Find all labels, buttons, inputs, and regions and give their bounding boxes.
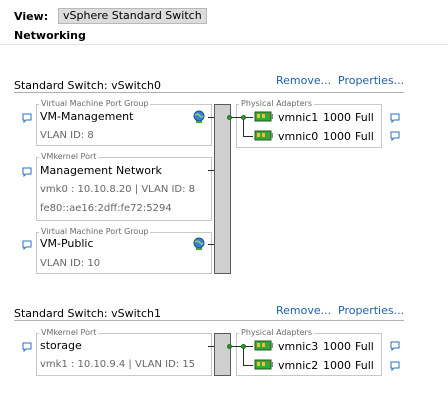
adapter-speed: 1000 xyxy=(323,130,351,143)
switch-divider xyxy=(14,92,404,93)
adapter-name: vmnic3 xyxy=(278,340,319,353)
port-group-name: VM-Management xyxy=(40,110,134,123)
link-dot xyxy=(241,344,246,349)
globe-icon xyxy=(193,237,205,250)
port-group-detail: VLAN ID: 10 xyxy=(40,258,101,269)
speech-bubble-icon[interactable] xyxy=(390,113,400,123)
speech-bubble-icon[interactable] xyxy=(22,240,32,250)
port-group-detail: vmk0 : 10.10.8.20 | VLAN ID: 8 xyxy=(40,184,196,195)
port-group-kind: VMkernel Port xyxy=(39,328,99,338)
port-group-detail: vmk1 : 10.10.9.4 | VLAN ID: 15 xyxy=(40,359,196,370)
adapter-name: vmnic1 xyxy=(278,111,319,124)
port-group-detail: VLAN ID: 8 xyxy=(40,130,94,141)
physical-adapters-label: Physical Adapters xyxy=(239,99,314,109)
switch-title: Standard Switch: vSwitch0 xyxy=(14,79,161,92)
remove-link[interactable]: Remove... xyxy=(276,304,331,317)
connector xyxy=(208,170,214,171)
link-dot xyxy=(227,115,232,120)
adapter-speed: 1000 xyxy=(323,111,351,124)
network-adapter-icon xyxy=(254,111,273,122)
port-group-kind: Virtual Machine Port Group xyxy=(39,227,151,237)
connector xyxy=(208,346,214,347)
speech-bubble-icon[interactable] xyxy=(22,113,32,123)
adapter-duplex: Full xyxy=(355,111,374,124)
adapter-speed: 1000 xyxy=(323,359,351,372)
speech-bubble-icon[interactable] xyxy=(390,341,400,351)
section-title: Networking xyxy=(14,29,86,42)
switch-title: Standard Switch: vSwitch1 xyxy=(14,307,161,320)
speech-bubble-icon[interactable] xyxy=(22,167,32,177)
connector xyxy=(243,136,253,137)
adapter-duplex: Full xyxy=(355,340,374,353)
port-group-name: VM-Public xyxy=(40,237,94,250)
connector xyxy=(208,117,214,118)
adapter-speed: 1000 xyxy=(323,340,351,353)
port-group-kind: Virtual Machine Port Group xyxy=(39,99,151,109)
speech-bubble-icon[interactable] xyxy=(390,361,400,371)
properties-link[interactable]: Properties... xyxy=(338,74,404,87)
header-divider xyxy=(0,44,448,45)
physical-adapters-label: Physical Adapters xyxy=(239,328,314,338)
switch-divider xyxy=(14,320,404,321)
network-adapter-icon xyxy=(254,130,273,141)
view-selector[interactable]: vSphere Standard Switch xyxy=(58,8,207,24)
port-group-kind: VMkernel Port xyxy=(39,152,99,162)
adapter-name: vmnic2 xyxy=(278,359,319,372)
adapter-name: vmnic0 xyxy=(278,130,319,143)
globe-icon xyxy=(193,110,205,123)
network-adapter-icon xyxy=(254,340,273,351)
switch-bus xyxy=(214,104,231,274)
adapter-duplex: Full xyxy=(355,130,374,143)
switch-bus xyxy=(214,333,231,376)
port-group-detail: fe80::ae16:2dff:fe72:5294 xyxy=(40,203,172,214)
speech-bubble-icon[interactable] xyxy=(22,342,32,352)
adapter-duplex: Full xyxy=(355,359,374,372)
connector xyxy=(208,244,214,245)
port-group-name: storage xyxy=(40,339,82,352)
speech-bubble-icon[interactable] xyxy=(390,131,400,141)
properties-link[interactable]: Properties... xyxy=(338,304,404,317)
remove-link[interactable]: Remove... xyxy=(276,74,331,87)
view-label: View: xyxy=(14,10,49,23)
port-group-name: Management Network xyxy=(40,164,162,177)
network-adapter-icon xyxy=(254,359,273,370)
connector xyxy=(243,365,253,366)
link-dot xyxy=(227,344,232,349)
link-dot xyxy=(241,115,246,120)
